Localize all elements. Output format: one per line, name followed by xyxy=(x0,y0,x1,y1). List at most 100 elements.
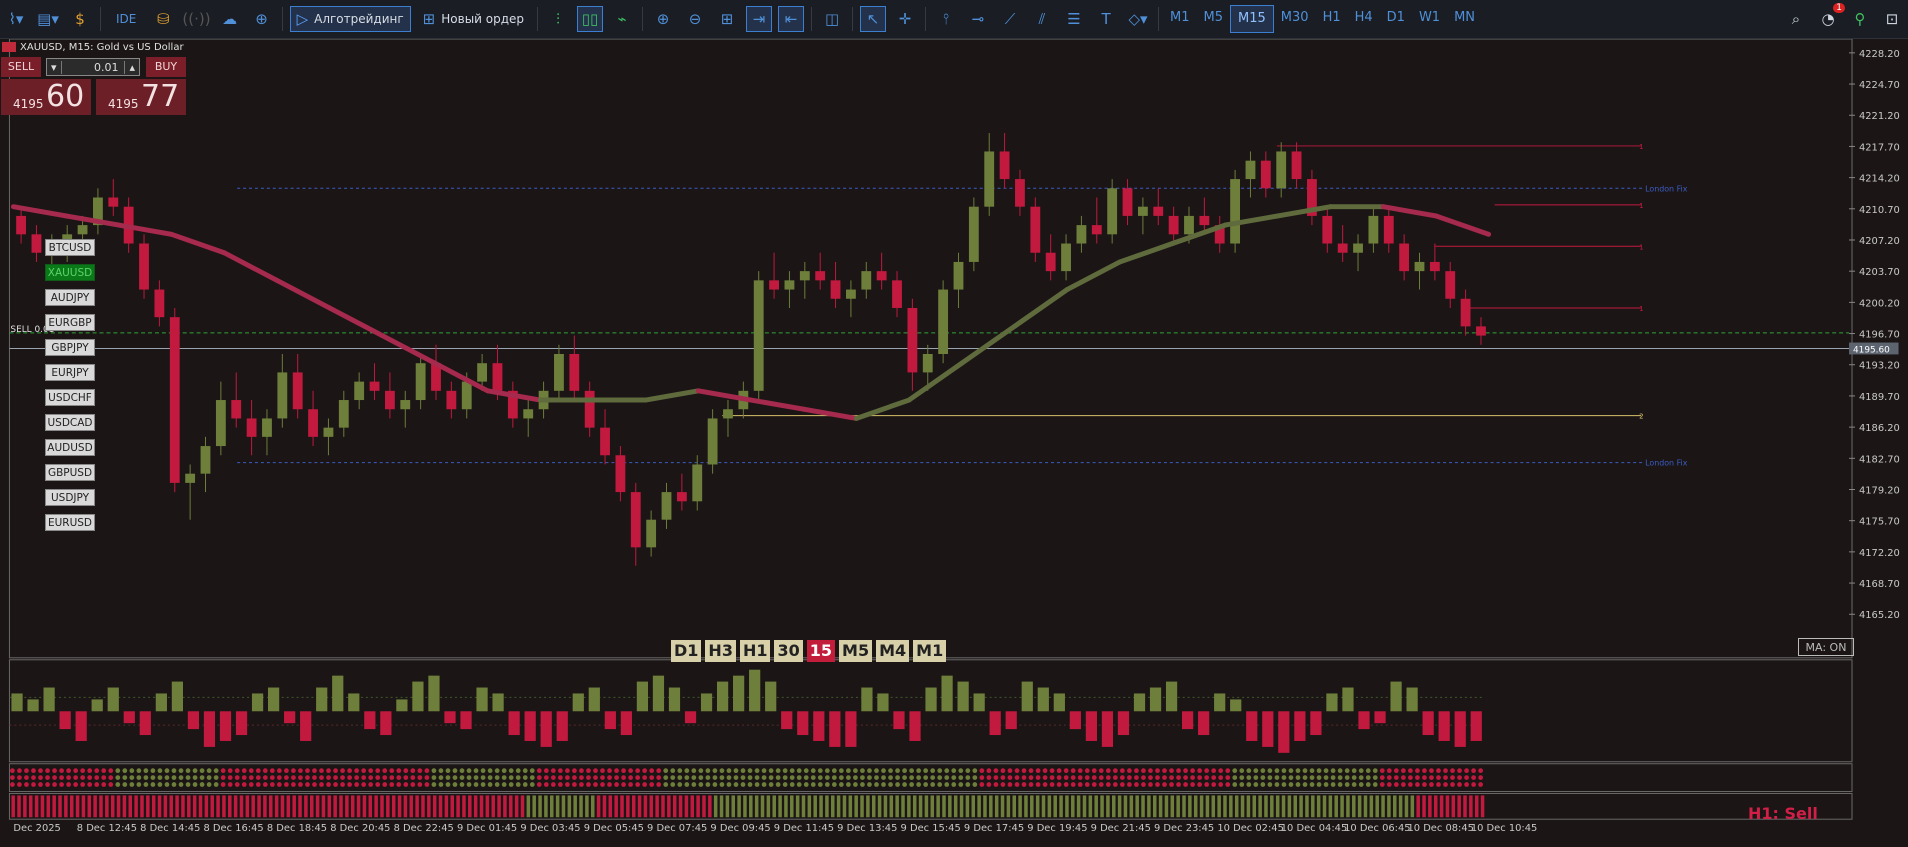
histogram-bar xyxy=(219,711,232,741)
text-icon[interactable]: T xyxy=(1093,6,1119,32)
price-chart[interactable]: 4228.20 4224.70 4221.20 4217.70 4214.20 4210.… xyxy=(0,39,1908,839)
chart-type-icon[interactable]: ⌇▾ xyxy=(3,6,29,32)
market-icon[interactable]: ⛁ xyxy=(150,6,176,32)
zoom-out-icon[interactable]: ⊖ xyxy=(682,6,708,32)
cloud-icon[interactable]: ☁ xyxy=(217,6,243,32)
symbol-button-xauusd[interactable]: XAUUSD xyxy=(45,264,95,281)
symbol-button-usdchf[interactable]: USDCHF xyxy=(45,389,95,406)
trend-bar xyxy=(977,795,981,818)
trendline-icon[interactable]: ⟋ xyxy=(997,6,1023,32)
histogram-bar xyxy=(524,711,536,741)
tf-badge-h3[interactable]: H3 xyxy=(705,640,736,662)
symbol-button-btcusd[interactable]: BTCUSD xyxy=(45,239,95,256)
screenshot-icon[interactable]: ◫ xyxy=(819,6,845,32)
chart-menu-icon[interactable] xyxy=(2,42,16,52)
signal-icon[interactable]: ((·)) xyxy=(182,6,210,32)
timeframe-m30[interactable]: M30 xyxy=(1274,5,1316,31)
line-chart-icon[interactable]: ⌁ xyxy=(609,6,635,32)
symbol-button-gbpusd[interactable]: GBPUSD xyxy=(45,464,95,481)
signal-dot xyxy=(586,775,591,780)
histogram-bar xyxy=(267,687,280,712)
ma-toggle-button[interactable]: MA: ON xyxy=(1798,638,1854,656)
timeframe-m1[interactable]: M1 xyxy=(1163,5,1197,31)
ide-button[interactable]: IDE xyxy=(108,6,144,32)
signal-dot xyxy=(1105,768,1111,774)
symbol-button-usdcad[interactable]: USDCAD xyxy=(45,414,95,431)
symbol-button-eurusd[interactable]: EURUSD xyxy=(45,514,95,531)
timeframe-h1[interactable]: H1 xyxy=(1316,5,1348,31)
autoscroll-icon[interactable]: ⇥ xyxy=(746,6,773,32)
trend-bar xyxy=(889,795,894,818)
new-order-button[interactable]: ⊞ Новый ордер xyxy=(417,6,530,32)
signal-dot xyxy=(403,775,409,780)
signal-dot xyxy=(740,775,746,780)
symbol-button-eurgbp[interactable]: EURGBP xyxy=(45,314,95,331)
vps-icon[interactable]: ⊕ xyxy=(249,6,275,32)
trend-bar xyxy=(1258,795,1262,818)
symbol-button-eurjpy[interactable]: EURJPY xyxy=(45,364,95,381)
tf-badge-15[interactable]: 15 xyxy=(806,640,836,662)
signal-dot xyxy=(838,782,844,787)
shapes-icon[interactable]: ◇▾ xyxy=(1125,6,1151,32)
vertical-line-icon[interactable]: ⫯ xyxy=(933,6,959,32)
symbol-button-audusd[interactable]: AUDUSD xyxy=(45,439,95,456)
lot-up-icon[interactable]: ▴ xyxy=(124,60,139,74)
buy-price[interactable]: 4195 77 xyxy=(96,79,186,115)
sell-price[interactable]: 4195 60 xyxy=(1,79,91,115)
signal-dot xyxy=(417,775,423,780)
trend-bar xyxy=(473,795,478,818)
crosshair-icon[interactable]: ✛ xyxy=(892,6,918,32)
candle-body xyxy=(615,455,626,493)
trend-bar xyxy=(719,795,724,818)
channel-icon[interactable]: ⫽ xyxy=(1029,6,1055,32)
time-tick-label: 8 Dec 22:45 xyxy=(394,823,454,834)
lot-value[interactable]: 0.01 xyxy=(94,61,125,74)
fibonacci-icon[interactable]: ☰ xyxy=(1061,6,1087,32)
tf-badge-30[interactable]: 30 xyxy=(774,640,803,662)
lot-field[interactable]: ▾ 0.01 ▴ xyxy=(46,58,140,76)
account-icon[interactable]: ⚲ xyxy=(1847,6,1873,32)
tf-badge-m5[interactable]: M5 xyxy=(839,640,873,662)
grid-icon[interactable]: ⊞ xyxy=(714,6,740,32)
zoom-in-icon[interactable]: ⊕ xyxy=(650,6,676,32)
timeframe-h4[interactable]: H4 xyxy=(1348,5,1380,31)
candle-body xyxy=(185,473,196,483)
tf-badge-m4[interactable]: M4 xyxy=(876,640,910,662)
tf-badge-d1[interactable]: D1 xyxy=(671,640,702,662)
signal-dot xyxy=(1323,782,1329,787)
timeframe-d1[interactable]: D1 xyxy=(1380,5,1412,31)
signal-dot xyxy=(354,768,360,774)
signal-dot xyxy=(248,768,254,774)
timeframe-m15[interactable]: M15 xyxy=(1230,5,1274,33)
timeframe-w1[interactable]: W1 xyxy=(1412,5,1447,31)
chart-shift-icon[interactable]: ⇤ xyxy=(778,6,805,32)
signal-dot xyxy=(1134,775,1139,780)
window-icon[interactable]: ⊡ xyxy=(1879,6,1905,32)
symbol-button-audjpy[interactable]: AUDJPY xyxy=(45,289,95,306)
bar-chart-icon[interactable]: ⫶ xyxy=(545,6,571,32)
candles-icon[interactable]: ▯▯ xyxy=(577,6,604,32)
cursor-icon[interactable]: ↖ xyxy=(860,6,887,32)
symbol-button-gbpjpy[interactable]: GBPJPY xyxy=(45,339,95,356)
sell-button[interactable]: SELL xyxy=(1,57,41,77)
trend-bar xyxy=(362,795,367,818)
notifications-icon[interactable]: ◔ 1 xyxy=(1815,3,1845,32)
price-tick-label: 4175.70 xyxy=(1859,517,1900,528)
dollar-icon[interactable]: $ xyxy=(67,6,93,32)
search-icon[interactable]: ⌕ xyxy=(1783,6,1809,32)
symbol-button-usdjpy[interactable]: USDJPY xyxy=(45,489,95,506)
histogram-bar xyxy=(1214,693,1226,712)
tf-badge-m1[interactable]: M1 xyxy=(913,640,947,662)
horizontal-line-icon[interactable]: ⊸ xyxy=(965,6,991,32)
one-click-trading-panel: SELL ▾ 0.01 ▴ BUY 4195 60 4195 77 xyxy=(1,57,186,115)
signal-dot xyxy=(536,775,542,780)
signal-dot xyxy=(698,768,704,774)
algotrading-button[interactable]: ▷ Алготрейдинг xyxy=(289,6,411,32)
lot-down-icon[interactable]: ▾ xyxy=(47,60,62,74)
indicators-icon[interactable]: ▤▾ xyxy=(35,6,61,32)
buy-button[interactable]: BUY xyxy=(146,57,186,77)
tf-badge-h1[interactable]: H1 xyxy=(739,640,771,662)
timeframe-m5[interactable]: M5 xyxy=(1197,5,1231,31)
timeframe-mn[interactable]: MN xyxy=(1447,5,1482,31)
trend-bar xyxy=(386,795,390,818)
